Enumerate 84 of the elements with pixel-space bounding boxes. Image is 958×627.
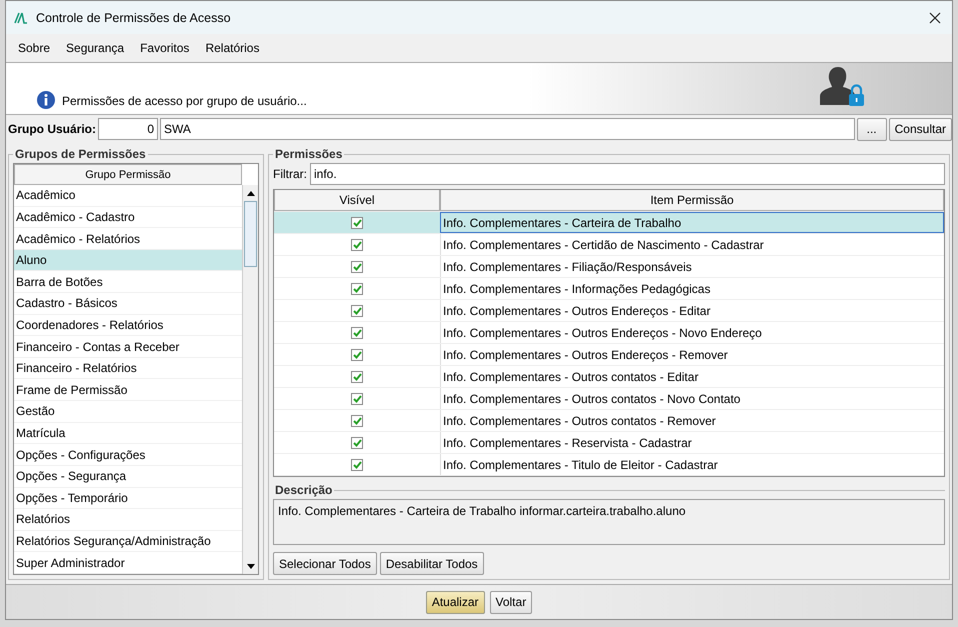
permission-row[interactable]: Info. Complementares - Titulo de Eleitor - Cadastrar [274, 454, 944, 476]
group-name-field[interactable]: SWA [160, 118, 855, 140]
section-title: Descrição [274, 483, 334, 497]
checkbox[interactable] [351, 326, 363, 338]
footer-button[interactable]: Atualizar [426, 590, 484, 614]
scrollbar-thumb[interactable] [244, 201, 257, 267]
menu-item[interactable]: Segurança [58, 41, 132, 55]
table-cell: Info. Complementares - Outros contatos - Remover [440, 410, 944, 431]
checkbox[interactable] [351, 348, 363, 360]
group-list-item[interactable]: Relatórios [14, 509, 242, 531]
table-cell: Info. Complementares - Carteira de Trabalho [440, 212, 944, 233]
permission-row[interactable]: Info. Complementares - Outros Endereços - Remover [274, 344, 944, 366]
checkbox[interactable] [351, 414, 363, 426]
permission-row[interactable]: Info. Complementares - Outros contatos - Editar [274, 366, 944, 388]
table-cell: Info. Complementares - Outros contatos - Editar [440, 366, 944, 387]
table-cell: Info. Complementares - Titulo de Eleitor - Cadastrar [440, 454, 944, 475]
group-list-item[interactable]: Opções - Temporário [14, 488, 242, 510]
table-cell: Info. Complementares - Filiação/Responsáveis [440, 256, 944, 277]
table-cell: Info. Complementares - Outros Endereços - Remover [440, 344, 944, 365]
description-text: Info. Complementares - Carteira de Trabalho informar.carteira.trabalho.aluno [273, 499, 945, 545]
permission-row[interactable]: Info. Complementares - Outros contatos - Remover [274, 410, 944, 432]
permission-row[interactable]: Info. Complementares - Certidão de Nascimento - Cadastrar [274, 234, 944, 256]
group-list-item[interactable]: Acadêmico [14, 185, 242, 207]
permission-row[interactable]: Info. Complementares - Informações Pedagógicas [274, 278, 944, 300]
table-cell: Info. Complementares - Informações Pedagógicas [440, 278, 944, 299]
checkbox[interactable] [351, 370, 363, 382]
action-button[interactable]: Selecionar Todos [273, 552, 377, 575]
app-logo-icon [14, 12, 28, 24]
permission-row[interactable]: Info. Complementares - Outros Endereços - Novo Endereço [274, 322, 944, 344]
checkbox[interactable] [351, 282, 363, 294]
window-title: Controle de Permissões de Acesso [36, 10, 231, 24]
column-header[interactable]: Item Permissão [440, 190, 944, 211]
group-code-field[interactable]: 0 [98, 118, 158, 140]
checkbox[interactable] [351, 304, 363, 316]
checkbox[interactable] [351, 216, 363, 228]
close-icon [929, 12, 941, 24]
panel-title: Grupos de Permissões [14, 147, 147, 161]
group-list-item[interactable]: Coordenadores - Relatórios [14, 314, 242, 336]
checkbox[interactable] [351, 238, 363, 250]
permission-row[interactable]: Info. Complementares - Outros contatos - Novo Contato [274, 388, 944, 410]
group-list-item[interactable]: Financeiro - Contas a Receber [14, 336, 242, 358]
checkbox[interactable] [351, 392, 363, 404]
query-button[interactable]: Consultar [888, 118, 952, 140]
action-button[interactable]: Desabilitar Todos [380, 552, 484, 575]
browse-button[interactable]: ... [856, 118, 887, 140]
group-list-item[interactable]: Cadastro - Básicos [14, 293, 242, 315]
group-list-item[interactable]: Aluno [14, 250, 242, 272]
permission-row[interactable]: Info. Complementares - Carteira de Trabalho [274, 212, 944, 234]
menu-item[interactable]: Sobre [10, 41, 58, 55]
footer-button[interactable]: Voltar [490, 590, 532, 614]
column-header[interactable]: Grupo Permissão [14, 164, 242, 185]
group-list-item[interactable]: Financeiro - Relatórios [14, 358, 242, 380]
filter-field[interactable]: info. [310, 163, 945, 185]
table-cell: Info. Complementares - Outros Endereços - Editar [440, 300, 944, 321]
scroll-down-icon[interactable] [246, 564, 254, 568]
scrollbar[interactable] [242, 185, 258, 574]
group-list-item[interactable]: Gestão [14, 401, 242, 423]
menu-item[interactable]: Relatórios [197, 41, 268, 55]
panel-title: Permissões [274, 147, 344, 161]
group-list-item[interactable]: Matrícula [14, 422, 242, 444]
group-list-item[interactable]: Relatórios Segurança/Administração [14, 530, 242, 552]
checkbox[interactable] [351, 260, 363, 272]
permission-row[interactable]: Info. Complementares - Reservista - Cadastrar [274, 432, 944, 454]
group-list-item[interactable]: Opções - Configurações [14, 444, 242, 466]
permission-row[interactable]: Info. Complementares - Outros Endereços - Editar [274, 300, 944, 322]
group-list-item[interactable]: Acadêmico - Cadastro [14, 206, 242, 228]
table-cell: Info. Complementares - Reservista - Cadastrar [440, 432, 944, 453]
group-list-item[interactable]: Opções - Segurança [14, 466, 242, 488]
group-list-item[interactable]: Barra de Botões [14, 271, 242, 294]
table-cell: Info. Complementares - Outros contatos - Novo Contato [440, 388, 944, 409]
banner-message: Permissões de acesso por grupo de usuário... [62, 94, 307, 108]
permission-row[interactable]: Info. Complementares - Filiação/Responsáveis [274, 256, 944, 278]
checkbox[interactable] [351, 436, 363, 448]
field-label: Grupo Usuário: [8, 122, 96, 136]
scroll-up-icon[interactable] [246, 190, 254, 196]
group-list-item[interactable]: Super Administrador [14, 552, 242, 574]
column-header[interactable]: Visível [274, 190, 440, 211]
menu-item[interactable]: Favoritos [132, 41, 198, 55]
table-cell: Info. Complementares - Outros Endereços - Novo Endereço [440, 322, 944, 343]
group-list-item[interactable]: Frame de Permissão [14, 379, 242, 402]
table-cell: Info. Complementares - Certidão de Nascimento - Cadastrar [440, 234, 944, 255]
filter-label: Filtrar: [273, 167, 307, 181]
info-icon [36, 90, 56, 110]
checkbox[interactable] [351, 458, 363, 470]
